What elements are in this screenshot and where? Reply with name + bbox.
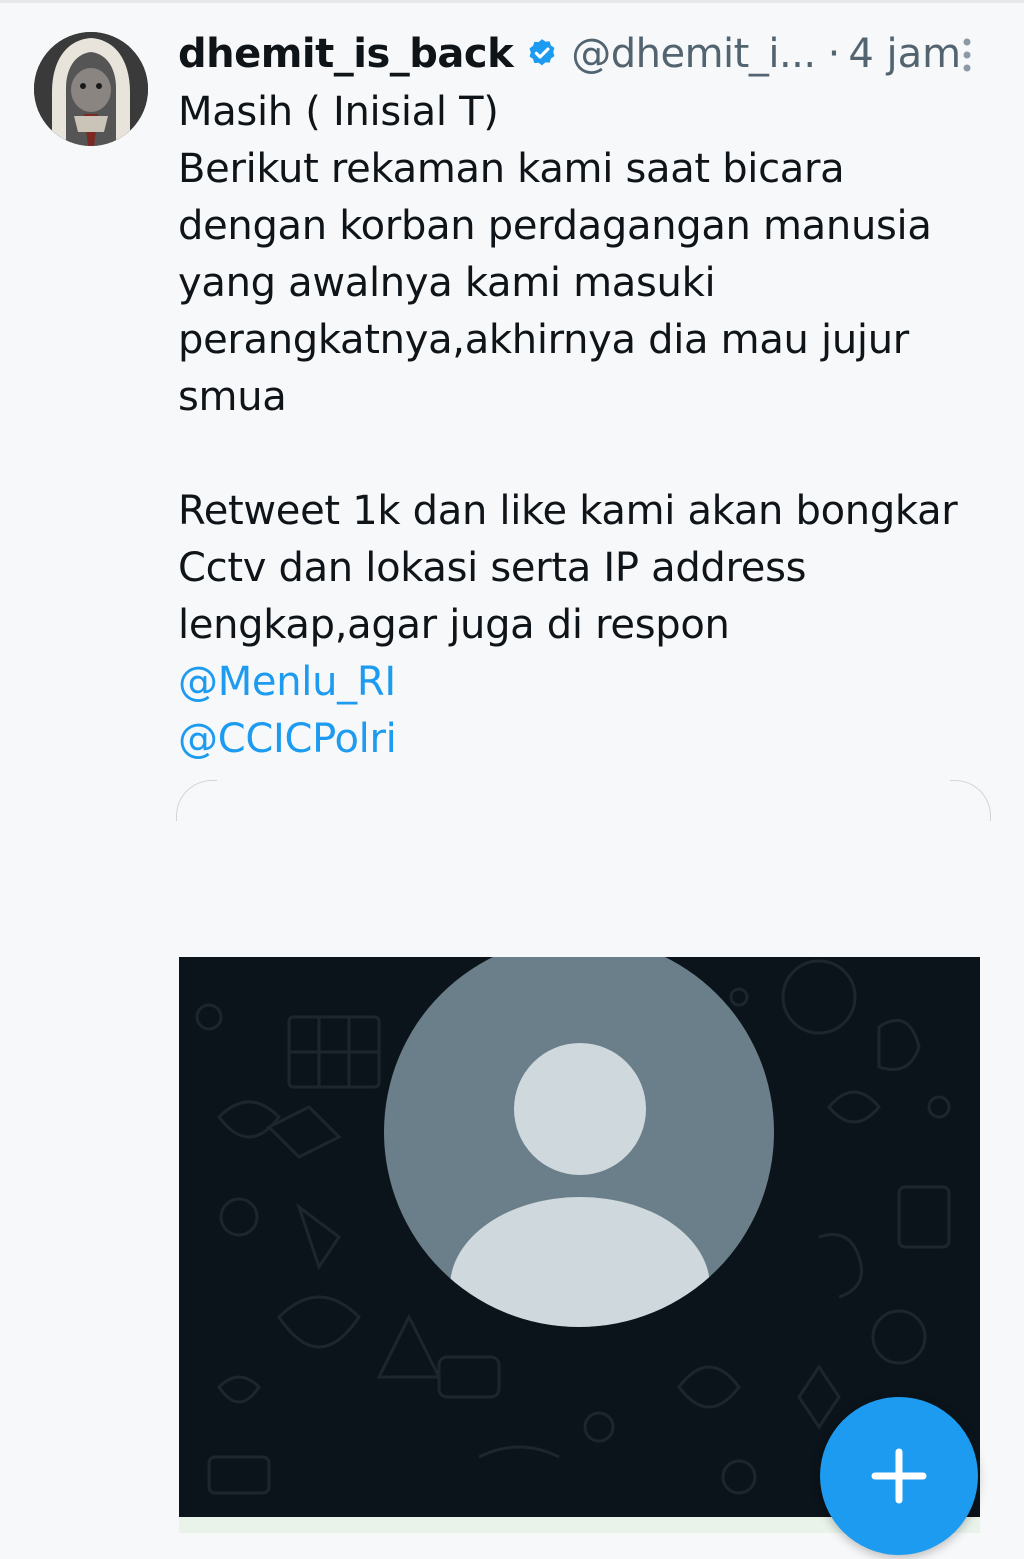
tweet-text-line: dengan korban perdagangan manusia (178, 203, 932, 249)
media-card-border (950, 780, 991, 821)
tweet-timestamp[interactable]: 4 jam (848, 31, 961, 77)
tweet-text-line: Retweet 1k dan like kami akan bongkar (178, 488, 958, 534)
tweet-text: Masih ( Inisial T) Berikut rekaman kami … (178, 84, 978, 768)
tweet-text-line: Berikut rekaman kami saat bicara (178, 146, 845, 192)
tweet-text-line: smua (178, 374, 287, 420)
more-options-icon[interactable] (955, 36, 979, 76)
mention-link-ccicpolri[interactable]: @CCICPolri (178, 711, 978, 768)
media-card-border (176, 780, 217, 821)
author-handle[interactable]: @dhemit_i... (571, 31, 816, 77)
tweet-text-line: Masih ( Inisial T) (178, 89, 499, 135)
author-name[interactable]: dhemit_is_back (178, 31, 514, 77)
tweet-text-line: lengkap,agar juga di respon (178, 602, 730, 648)
tweet-text-line: Cctv dan lokasi serta IP address (178, 545, 807, 591)
tweet[interactable]: dhemit_is_back @dhemit_i... · 4 jam Masi… (0, 0, 1024, 1555)
tweet-header: dhemit_is_back @dhemit_i... · 4 jam (178, 26, 961, 82)
compose-button[interactable] (820, 1397, 978, 1555)
mention-link-menlu[interactable]: @Menlu_RI (178, 654, 978, 711)
plus-icon (871, 1448, 927, 1504)
author-avatar[interactable] (34, 32, 148, 146)
tweet-text-line: perangkatnya,akhirnya dia mau jujur (178, 317, 909, 363)
header-separator: · (827, 31, 841, 77)
tweet-text-line: yang awalnya kami masuki (178, 260, 716, 306)
verified-badge-icon (525, 37, 559, 71)
